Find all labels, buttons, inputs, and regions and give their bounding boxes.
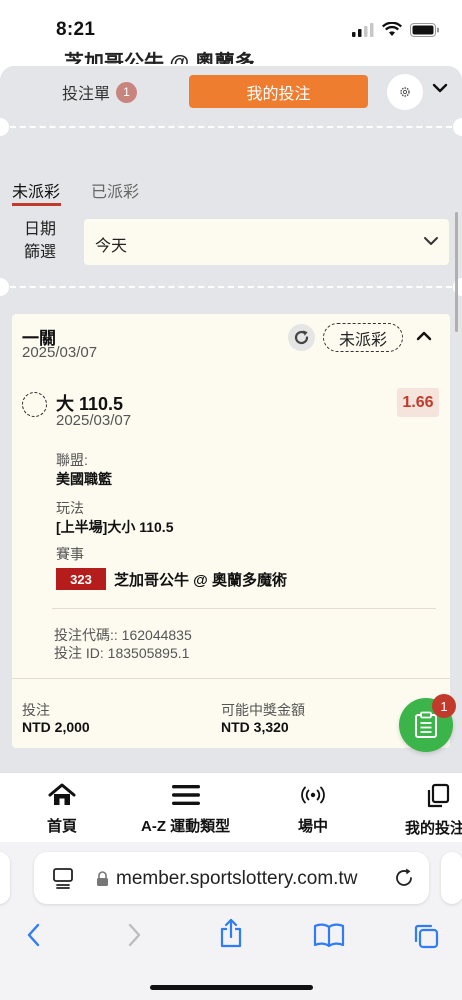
home-icon bbox=[48, 783, 76, 805]
payout-value: NTD 3,320 bbox=[221, 719, 289, 735]
nav-label: A-Z 運動類型 bbox=[141, 818, 231, 835]
ticket-notch bbox=[0, 278, 9, 296]
battery-icon bbox=[410, 22, 439, 37]
bet-date: 2025/03/07 bbox=[22, 344, 98, 361]
page-menu-icon[interactable] bbox=[52, 867, 74, 889]
refresh-button[interactable] bbox=[288, 324, 315, 351]
refresh-icon bbox=[294, 330, 309, 345]
nav-item-my-bets[interactable]: 我的投注 bbox=[405, 783, 462, 838]
bet-card: 一關 2025/03/07 未派彩 大 110.5 2025/03/07 1.6… bbox=[12, 314, 450, 748]
stake-value: NTD 2,000 bbox=[22, 719, 90, 735]
signal-icon bbox=[352, 22, 374, 37]
event-name: 芝加哥公牛 @ 奧蘭多魔術 bbox=[114, 571, 287, 589]
divider bbox=[12, 678, 450, 679]
nav-label: 我的投注 bbox=[405, 820, 462, 837]
share-icon[interactable] bbox=[218, 918, 244, 948]
url-text: member.sportslottery.com.tw bbox=[116, 868, 358, 889]
lock-icon bbox=[97, 871, 108, 886]
copy-icon bbox=[427, 783, 450, 808]
selection-status-icon bbox=[22, 392, 47, 417]
back-icon[interactable] bbox=[24, 922, 44, 948]
odds-badge: 1.66 bbox=[397, 388, 439, 417]
nav-label: 場中 bbox=[298, 818, 329, 835]
clipboard-icon bbox=[415, 711, 437, 738]
selection-date: 2025/03/07 bbox=[56, 412, 132, 429]
status-time: 8:21 bbox=[56, 19, 96, 40]
browser-bar: member.sportslottery.com.tw bbox=[0, 842, 462, 1000]
chevron-up-icon[interactable] bbox=[416, 330, 432, 342]
bet-status-tabs: 未派彩 已派彩 bbox=[0, 174, 462, 206]
menu-icon bbox=[171, 785, 200, 805]
background-page-title: 芝加哥公牛 @ 奧蘭多 bbox=[64, 52, 255, 64]
sheet-header: 投注單 1 我的投注 bbox=[0, 66, 462, 122]
date-filter-select[interactable]: 今天 bbox=[84, 219, 449, 265]
date-filter-label: 日期篩選 bbox=[24, 221, 57, 261]
status-icons bbox=[352, 22, 440, 37]
chevron-down-icon bbox=[424, 237, 438, 245]
gear-icon bbox=[400, 87, 410, 97]
market-value: [上半場]大小 110.5 bbox=[56, 519, 174, 535]
address-bar[interactable]: member.sportslottery.com.tw bbox=[34, 852, 429, 904]
active-tab-indicator bbox=[12, 203, 61, 206]
fab-count-badge: 1 bbox=[432, 694, 456, 718]
nav-item-sports[interactable]: A-Z 運動類型 bbox=[141, 783, 230, 836]
nav-item-live[interactable]: 場中 bbox=[298, 783, 328, 836]
league-label: 聯盟: bbox=[56, 452, 88, 468]
tab-betslip[interactable]: 投注單 1 bbox=[62, 80, 138, 104]
wifi-icon bbox=[382, 22, 402, 36]
divider bbox=[0, 126, 462, 128]
market-label: 玩法 bbox=[56, 500, 84, 516]
live-icon bbox=[301, 786, 325, 804]
reload-icon[interactable] bbox=[393, 867, 415, 889]
divider bbox=[0, 286, 462, 288]
bet-code: 投注代碼:: 162044835 bbox=[54, 627, 192, 643]
betslip-count-badge: 1 bbox=[116, 81, 138, 103]
settings-button[interactable] bbox=[387, 74, 423, 110]
tab-my-bets[interactable]: 我的投注 bbox=[189, 75, 368, 108]
divider bbox=[52, 608, 436, 609]
home-indicator[interactable] bbox=[150, 985, 313, 990]
tabs-icon[interactable] bbox=[412, 922, 440, 950]
bookmarks-icon[interactable] bbox=[313, 922, 345, 948]
tab-settled[interactable]: 已派彩 bbox=[91, 178, 139, 202]
league-value: 美國職籃 bbox=[56, 471, 112, 487]
ticket-notch bbox=[453, 118, 462, 136]
payout-label: 可能中獎金額 bbox=[221, 702, 305, 718]
nav-label: 首頁 bbox=[47, 818, 78, 835]
nav-item-home[interactable]: 首頁 bbox=[47, 783, 77, 836]
betslip-sheet: 投注單 1 我的投注 未派彩 已派彩 日期篩選 今天 一關 2025/03/07… bbox=[0, 66, 462, 772]
event-row: 323 芝加哥公牛 @ 奧蘭多魔術 bbox=[56, 568, 287, 590]
event-label: 賽事 bbox=[56, 546, 84, 562]
tab-betslip-label: 投注單 bbox=[62, 86, 111, 103]
bet-id: 投注 ID: 183505895.1 bbox=[54, 645, 190, 661]
collapse-sheet-chevron-icon[interactable] bbox=[432, 82, 448, 94]
forward-icon[interactable] bbox=[124, 922, 144, 948]
stake-label: 投注 bbox=[22, 702, 50, 718]
next-tab-peek[interactable] bbox=[441, 852, 462, 904]
bottom-nav: 首頁 A-Z 運動類型 場中 我的投注 bbox=[0, 772, 462, 842]
date-filter-value: 今天 bbox=[95, 238, 128, 255]
tab-unsettled[interactable]: 未派彩 bbox=[12, 178, 60, 202]
status-badge: 未派彩 bbox=[323, 323, 403, 352]
scrollbar[interactable] bbox=[455, 212, 458, 332]
event-number-badge: 323 bbox=[56, 568, 106, 590]
prev-tab-peek[interactable] bbox=[0, 852, 10, 904]
